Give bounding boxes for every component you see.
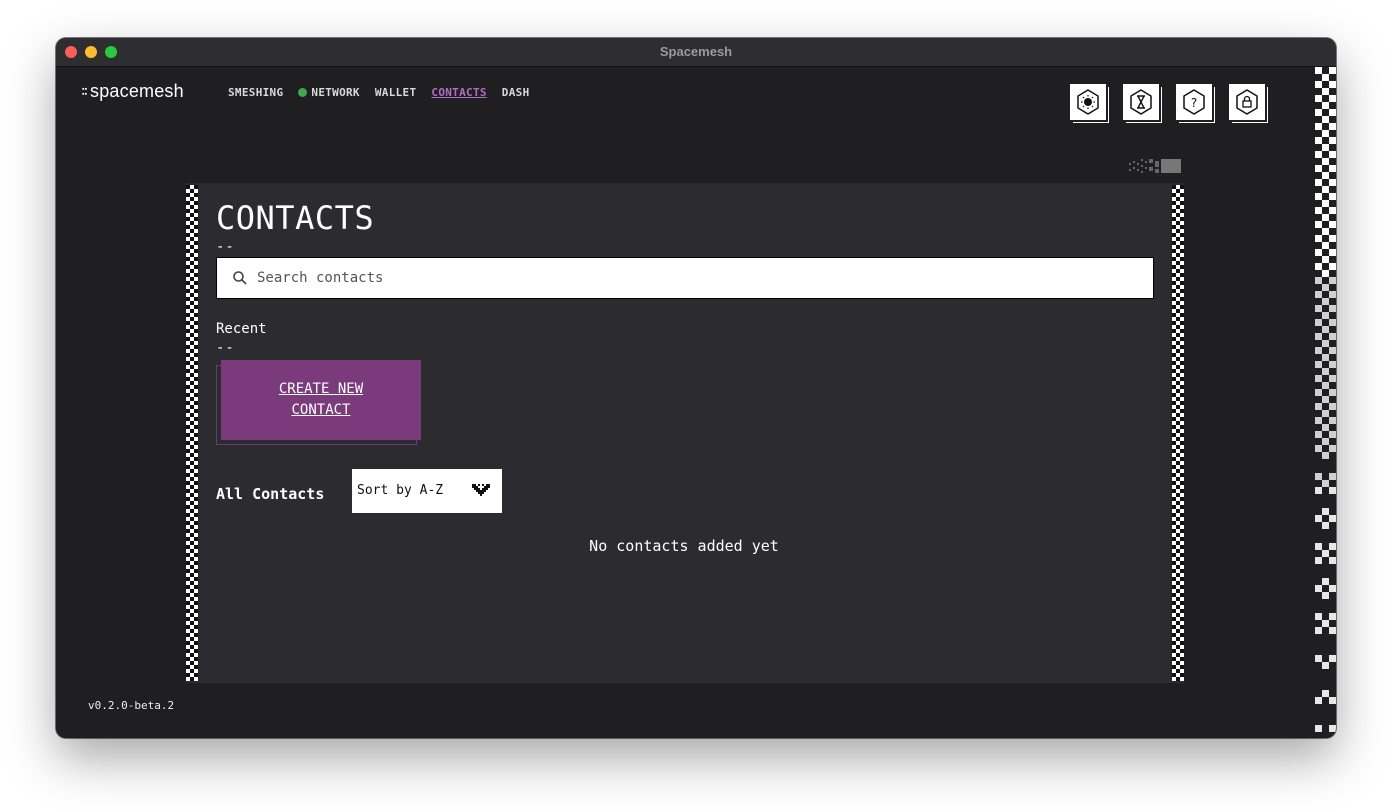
recent-heading: Recent xyxy=(216,321,267,337)
nav-item-contacts[interactable]: CONTACTS xyxy=(431,86,486,99)
hourglass-icon xyxy=(1130,89,1152,115)
nav-item-network-label: NETWORK xyxy=(311,86,360,99)
pixel-decoration xyxy=(1129,159,1181,173)
search-box[interactable] xyxy=(216,257,1154,299)
chevron-down-icon xyxy=(472,484,490,496)
logo-text: spacemesh xyxy=(90,81,184,101)
create-new-contact-label: CREATE NEW CONTACT xyxy=(278,381,364,418)
theme-icon xyxy=(1077,89,1099,115)
sort-selected-value: Sort by A-Z xyxy=(357,483,444,498)
title-bar: Spacemesh xyxy=(56,38,1336,67)
search-input[interactable] xyxy=(257,258,1137,298)
nav-item-smeshing[interactable]: SMESHING xyxy=(228,86,283,99)
app-body: ▪▪ ▪▪ spacemesh SMESHING NETWORK WALLET C… xyxy=(56,67,1315,738)
sort-dropdown[interactable]: Sort by A-Z xyxy=(352,469,502,513)
theme-toggle-button[interactable] xyxy=(1070,84,1106,120)
contacts-content: CONTACTS -- Recent -- CREATE NEW CONTACT xyxy=(216,183,1156,683)
right-pixel-border xyxy=(1315,67,1336,738)
nav-item-network[interactable]: NETWORK xyxy=(298,86,360,99)
app-window: Spacemesh ▪▪ ▪▪ spacemesh SMESHING NETWOR… xyxy=(56,38,1336,738)
contacts-panel: CONTACTS -- Recent -- CREATE NEW CONTACT xyxy=(186,183,1184,683)
empty-state-message: No contacts added yet xyxy=(589,537,779,555)
version-label: v0.2.0-beta.2 xyxy=(88,699,175,712)
lock-button[interactable] xyxy=(1229,84,1265,120)
toolbar-icons: ? xyxy=(1070,84,1265,120)
svg-text:?: ? xyxy=(1191,96,1197,110)
lock-icon xyxy=(1236,89,1258,115)
help-button[interactable]: ? xyxy=(1176,84,1212,120)
title-divider: -- xyxy=(216,239,235,255)
recent-divider: -- xyxy=(216,340,235,356)
window-title: Spacemesh xyxy=(659,44,733,59)
logo[interactable]: ▪▪ ▪▪ spacemesh xyxy=(82,81,184,102)
create-new-contact-button[interactable]: CREATE NEW CONTACT xyxy=(221,360,421,440)
main-nav: SMESHING NETWORK WALLET CONTACTS DASH xyxy=(228,86,530,99)
checker-border-left xyxy=(186,185,198,681)
search-icon xyxy=(233,271,247,285)
nav-item-dash[interactable]: DASH xyxy=(502,86,530,99)
network-status-dot-icon xyxy=(298,88,308,97)
checker-border-right xyxy=(1172,185,1184,681)
logo-mark-icon: ▪▪ ▪▪ xyxy=(82,85,88,98)
all-contacts-heading: All Contacts xyxy=(216,485,325,503)
nav-item-wallet[interactable]: WALLET xyxy=(375,86,417,99)
page-title: CONTACTS xyxy=(216,199,375,237)
create-contact-frame: CREATE NEW CONTACT xyxy=(216,360,421,445)
help-icon: ? xyxy=(1183,89,1205,115)
activity-button[interactable] xyxy=(1123,84,1159,120)
